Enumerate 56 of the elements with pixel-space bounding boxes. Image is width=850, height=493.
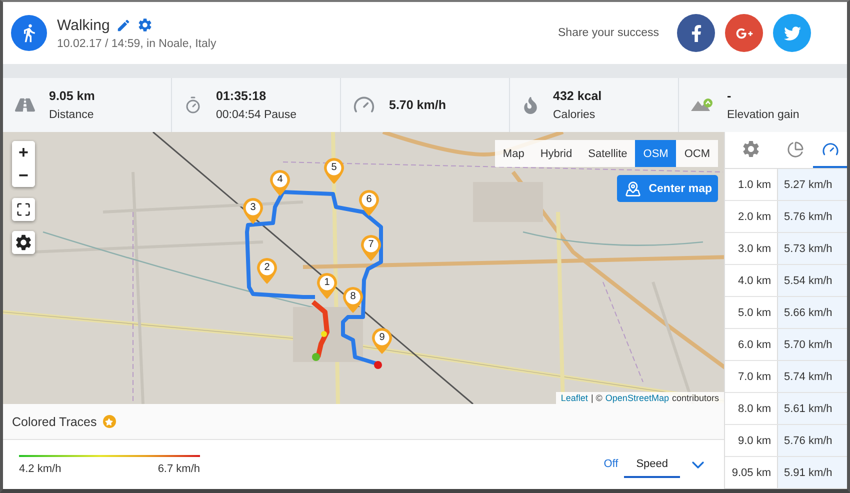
activity-date-location: 10.02.17 / 14:59, in Noale, Italy [57, 38, 218, 50]
stat-label: 00:04:54 Pause [216, 109, 297, 121]
map-layer-tab[interactable]: Satellite [580, 140, 636, 167]
openstreetmap-link[interactable]: OpenStreetMap [605, 393, 669, 403]
stat-value: 432 kcal [553, 89, 602, 103]
stat-label: Elevation gain [727, 109, 800, 121]
fullscreen-button[interactable] [12, 198, 35, 221]
speedometer-icon [822, 140, 838, 158]
attribution-text: contributors [672, 393, 719, 403]
speed-cell: 5.70 km/h [777, 329, 847, 360]
pie-chart-icon [786, 140, 804, 158]
share-label: Share your success [558, 27, 659, 39]
speed-cell: 5.76 km/h [777, 201, 847, 232]
facebook-share-button[interactable] [677, 14, 715, 52]
legend-min: 4.2 km/h [19, 462, 62, 474]
stat-value: 01:35:18 [216, 89, 268, 103]
settings-button[interactable] [12, 231, 35, 254]
map-pin-icon [624, 180, 641, 196]
zoom-in-button[interactable]: + [12, 141, 35, 164]
speed-cell: 5.91 km/h [777, 457, 847, 488]
speed-cell: 5.61 km/h [777, 393, 847, 424]
speed-cell: 5.27 km/h [777, 169, 847, 200]
fullscreen-icon [16, 202, 31, 217]
stat-label: Calories [553, 109, 596, 121]
twitter-logo [784, 24, 800, 42]
twitter-share-button[interactable] [773, 14, 811, 52]
activity-title: Walking [57, 16, 110, 34]
speed-cell: 5.66 km/h [777, 297, 847, 328]
google-plus-share-button[interactable] [725, 14, 763, 52]
trace-mode-tab[interactable]: Off [598, 452, 624, 478]
colored-traces-title: Colored Traces [12, 414, 97, 428]
flame-icon [522, 96, 539, 114]
stopwatch-icon [184, 96, 202, 114]
star-icon [102, 415, 116, 428]
speed-cell: 5.73 km/h [777, 233, 847, 264]
map-layer-tab[interactable]: OCM [676, 140, 718, 167]
leaflet-link[interactable]: Leaflet [560, 393, 588, 403]
stat-value: 9.05 km [49, 89, 95, 103]
center-map-button[interactable]: Center map [616, 175, 718, 202]
mountain-icon [691, 97, 713, 113]
trace-mode-tab[interactable]: Speed [624, 452, 680, 478]
map-layer-tab[interactable]: Map [494, 140, 532, 167]
legend-max: 6.7 km/h [158, 462, 200, 474]
settings-icon[interactable] [136, 17, 153, 33]
stat-label: Distance [49, 109, 95, 121]
speed-cell: 5.74 km/h [777, 361, 847, 392]
attribution-separator: | © [590, 393, 602, 403]
edit-icon[interactable] [116, 18, 131, 32]
speed-cell: 5.54 km/h [777, 265, 847, 296]
map-layer-tab[interactable]: OSM [635, 140, 676, 167]
stat-value: - [727, 89, 732, 103]
map-layer-tab[interactable]: Hybrid [532, 140, 580, 167]
speed-cell: 5.76 km/h [777, 425, 847, 456]
zoom-out-button[interactable]: − [12, 164, 35, 187]
settings-icon [741, 139, 761, 159]
stat-value: 5.70 km/h [389, 98, 446, 112]
